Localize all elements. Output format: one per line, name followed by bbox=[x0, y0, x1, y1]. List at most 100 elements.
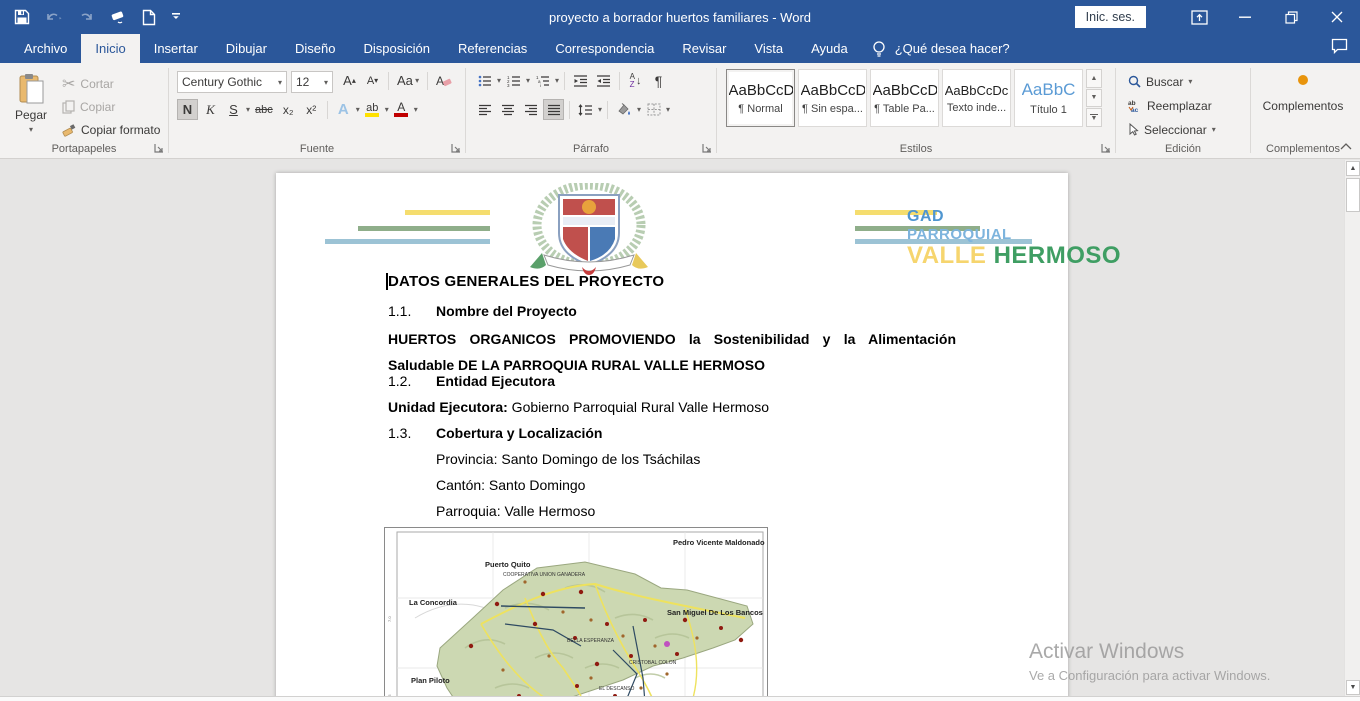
numbering-button[interactable]: 123 bbox=[503, 70, 524, 91]
quick-access-toolbar bbox=[0, 0, 181, 34]
font-family-combobox[interactable]: Century Gothic ▾ bbox=[177, 71, 287, 93]
eraser-icon[interactable] bbox=[109, 9, 127, 25]
tab-revisar[interactable]: Revisar bbox=[668, 34, 740, 63]
paragraph-dialog-launcher-icon[interactable] bbox=[700, 141, 713, 154]
multilevel-list-button[interactable]: 1ai bbox=[532, 70, 553, 91]
subscript-button[interactable]: x₂ bbox=[278, 99, 299, 120]
font-family-dropdown-icon: ▾ bbox=[274, 78, 282, 87]
font-color-button[interactable]: A bbox=[391, 99, 412, 120]
clear-formatting-button[interactable]: A bbox=[433, 70, 455, 91]
tab-ayuda[interactable]: Ayuda bbox=[797, 34, 862, 63]
shading-dropdown-icon[interactable]: ▾ bbox=[637, 105, 641, 114]
save-icon[interactable] bbox=[14, 9, 30, 25]
replace-button[interactable]: abac Reemplazar bbox=[1128, 95, 1216, 116]
font-dialog-launcher-icon[interactable] bbox=[449, 141, 462, 154]
tab-correspondencia[interactable]: Correspondencia bbox=[541, 34, 668, 63]
find-dropdown-icon: ▾ bbox=[1188, 77, 1192, 86]
borders-button[interactable] bbox=[643, 99, 664, 120]
align-center-button[interactable] bbox=[497, 99, 518, 120]
style-sin-espaciado[interactable]: AaBbCcD ¶ Sin espa... bbox=[798, 69, 867, 127]
copy-button[interactable]: Copiar bbox=[62, 96, 160, 117]
sort-button[interactable]: AZ↓ bbox=[625, 70, 646, 91]
underline-button[interactable]: S bbox=[223, 99, 244, 120]
tell-me-label: ¿Qué desea hacer? bbox=[895, 41, 1010, 56]
select-button[interactable]: Seleccionar ▾ bbox=[1128, 119, 1216, 140]
superscript-button[interactable]: x² bbox=[301, 99, 322, 120]
styles-more-icon[interactable]: ▼ bbox=[1086, 108, 1102, 127]
paste-button[interactable]: Pegar ▾ bbox=[9, 69, 53, 143]
sign-in-button[interactable]: Inic. ses. bbox=[1075, 6, 1146, 28]
grow-font-button[interactable]: A▴ bbox=[339, 70, 360, 91]
addins-button[interactable]: Complementos bbox=[1251, 75, 1355, 113]
new-document-icon[interactable] bbox=[142, 9, 156, 26]
highlight-dropdown-icon[interactable]: ▾ bbox=[385, 105, 389, 114]
decrease-indent-button[interactable] bbox=[570, 70, 591, 91]
bullets-button[interactable] bbox=[474, 70, 495, 91]
increase-indent-button[interactable] bbox=[593, 70, 614, 91]
svg-text:i: i bbox=[540, 83, 541, 87]
scroll-down-icon[interactable]: ▼ bbox=[1346, 680, 1360, 695]
document-page[interactable]: GAD PARROQUIAL VALLE HERMOSO DATOS GENER… bbox=[276, 173, 1068, 696]
vertical-scrollbar[interactable]: ▲ ▼ bbox=[1344, 160, 1360, 696]
scrollbar-thumb[interactable] bbox=[1346, 178, 1360, 212]
text-effects-button[interactable]: A bbox=[333, 99, 354, 120]
tab-disposicion[interactable]: Disposición bbox=[349, 34, 443, 63]
close-button[interactable] bbox=[1314, 0, 1360, 34]
justify-button[interactable] bbox=[543, 99, 564, 120]
bold-button[interactable]: N bbox=[177, 99, 198, 120]
bullets-dropdown-icon[interactable]: ▾ bbox=[497, 76, 501, 85]
find-button[interactable]: Buscar ▾ bbox=[1128, 71, 1216, 92]
logo-valle: VALLE bbox=[907, 242, 986, 269]
tab-dibujar[interactable]: Dibujar bbox=[212, 34, 281, 63]
minimize-button[interactable] bbox=[1222, 0, 1268, 34]
change-case-button[interactable]: Aa ▾ bbox=[394, 70, 422, 91]
show-marks-button[interactable]: ¶ bbox=[648, 70, 669, 91]
format-painter-button[interactable]: Copiar formato bbox=[62, 119, 160, 140]
style-texto-independiente[interactable]: AaBbCcDc Texto inde... bbox=[942, 69, 1011, 127]
borders-dropdown-icon[interactable]: ▾ bbox=[666, 105, 670, 114]
tab-insertar[interactable]: Insertar bbox=[140, 34, 212, 63]
align-left-button[interactable] bbox=[474, 99, 495, 120]
cut-button[interactable]: ✂ Cortar bbox=[62, 73, 160, 94]
styles-dialog-launcher-icon[interactable] bbox=[1099, 141, 1112, 154]
addins-button-label: Complementos bbox=[1263, 99, 1344, 113]
tell-me-box[interactable]: ¿Qué desea hacer? bbox=[862, 34, 1020, 63]
align-right-button[interactable] bbox=[520, 99, 541, 120]
strikethrough-button[interactable]: abc bbox=[252, 99, 276, 120]
undo-icon[interactable] bbox=[45, 10, 63, 25]
document-canvas[interactable]: GAD PARROQUIAL VALLE HERMOSO DATOS GENER… bbox=[0, 160, 1344, 696]
location-map-image[interactable]: 7.0 6.5 bbox=[384, 527, 768, 696]
collapse-ribbon-icon[interactable] bbox=[1338, 139, 1354, 153]
scroll-up-icon[interactable]: ▲ bbox=[1346, 161, 1360, 176]
style-normal[interactable]: AaBbCcD ¶ Normal bbox=[726, 69, 795, 127]
text-effects-dropdown-icon[interactable]: ▾ bbox=[356, 105, 360, 114]
line-spacing-button[interactable] bbox=[575, 99, 596, 120]
font-size-combobox[interactable]: 12 ▾ bbox=[291, 71, 333, 93]
font-color-dropdown-icon[interactable]: ▾ bbox=[414, 105, 418, 114]
shading-button[interactable] bbox=[613, 99, 635, 120]
tab-referencias[interactable]: Referencias bbox=[444, 34, 541, 63]
style-table-paragraph[interactable]: AaBbCcD ¶ Table Pa... bbox=[870, 69, 939, 127]
tab-vista[interactable]: Vista bbox=[740, 34, 797, 63]
customize-qat-icon[interactable] bbox=[171, 11, 181, 23]
clipboard-dialog-launcher-icon[interactable] bbox=[152, 141, 165, 154]
restore-button[interactable] bbox=[1268, 0, 1314, 34]
italic-button[interactable]: K bbox=[200, 99, 221, 120]
shrink-font-button[interactable]: A▾ bbox=[362, 70, 383, 91]
line-spacing-dropdown-icon[interactable]: ▾ bbox=[598, 105, 602, 114]
ribbon-display-options-icon[interactable] bbox=[1176, 0, 1222, 34]
comments-icon[interactable] bbox=[1331, 38, 1348, 54]
styles-scroll-up-icon[interactable]: ▲ bbox=[1086, 69, 1102, 88]
styles-scroll-down-icon[interactable]: ▼ bbox=[1086, 89, 1102, 108]
style-titulo-1[interactable]: AaBbC Título 1 bbox=[1014, 69, 1083, 127]
underline-dropdown-icon[interactable]: ▾ bbox=[246, 105, 250, 114]
tab-inicio[interactable]: Inicio bbox=[81, 34, 139, 63]
tab-archivo[interactable]: Archivo bbox=[10, 34, 81, 63]
multilevel-dropdown-icon[interactable]: ▾ bbox=[555, 76, 559, 85]
tab-diseno[interactable]: Diseño bbox=[281, 34, 349, 63]
header-line-left-yellow bbox=[405, 210, 490, 215]
highlight-button[interactable]: ab bbox=[362, 99, 383, 120]
find-label: Buscar bbox=[1146, 75, 1183, 89]
numbering-dropdown-icon[interactable]: ▾ bbox=[526, 76, 530, 85]
redo-icon[interactable] bbox=[78, 10, 94, 25]
